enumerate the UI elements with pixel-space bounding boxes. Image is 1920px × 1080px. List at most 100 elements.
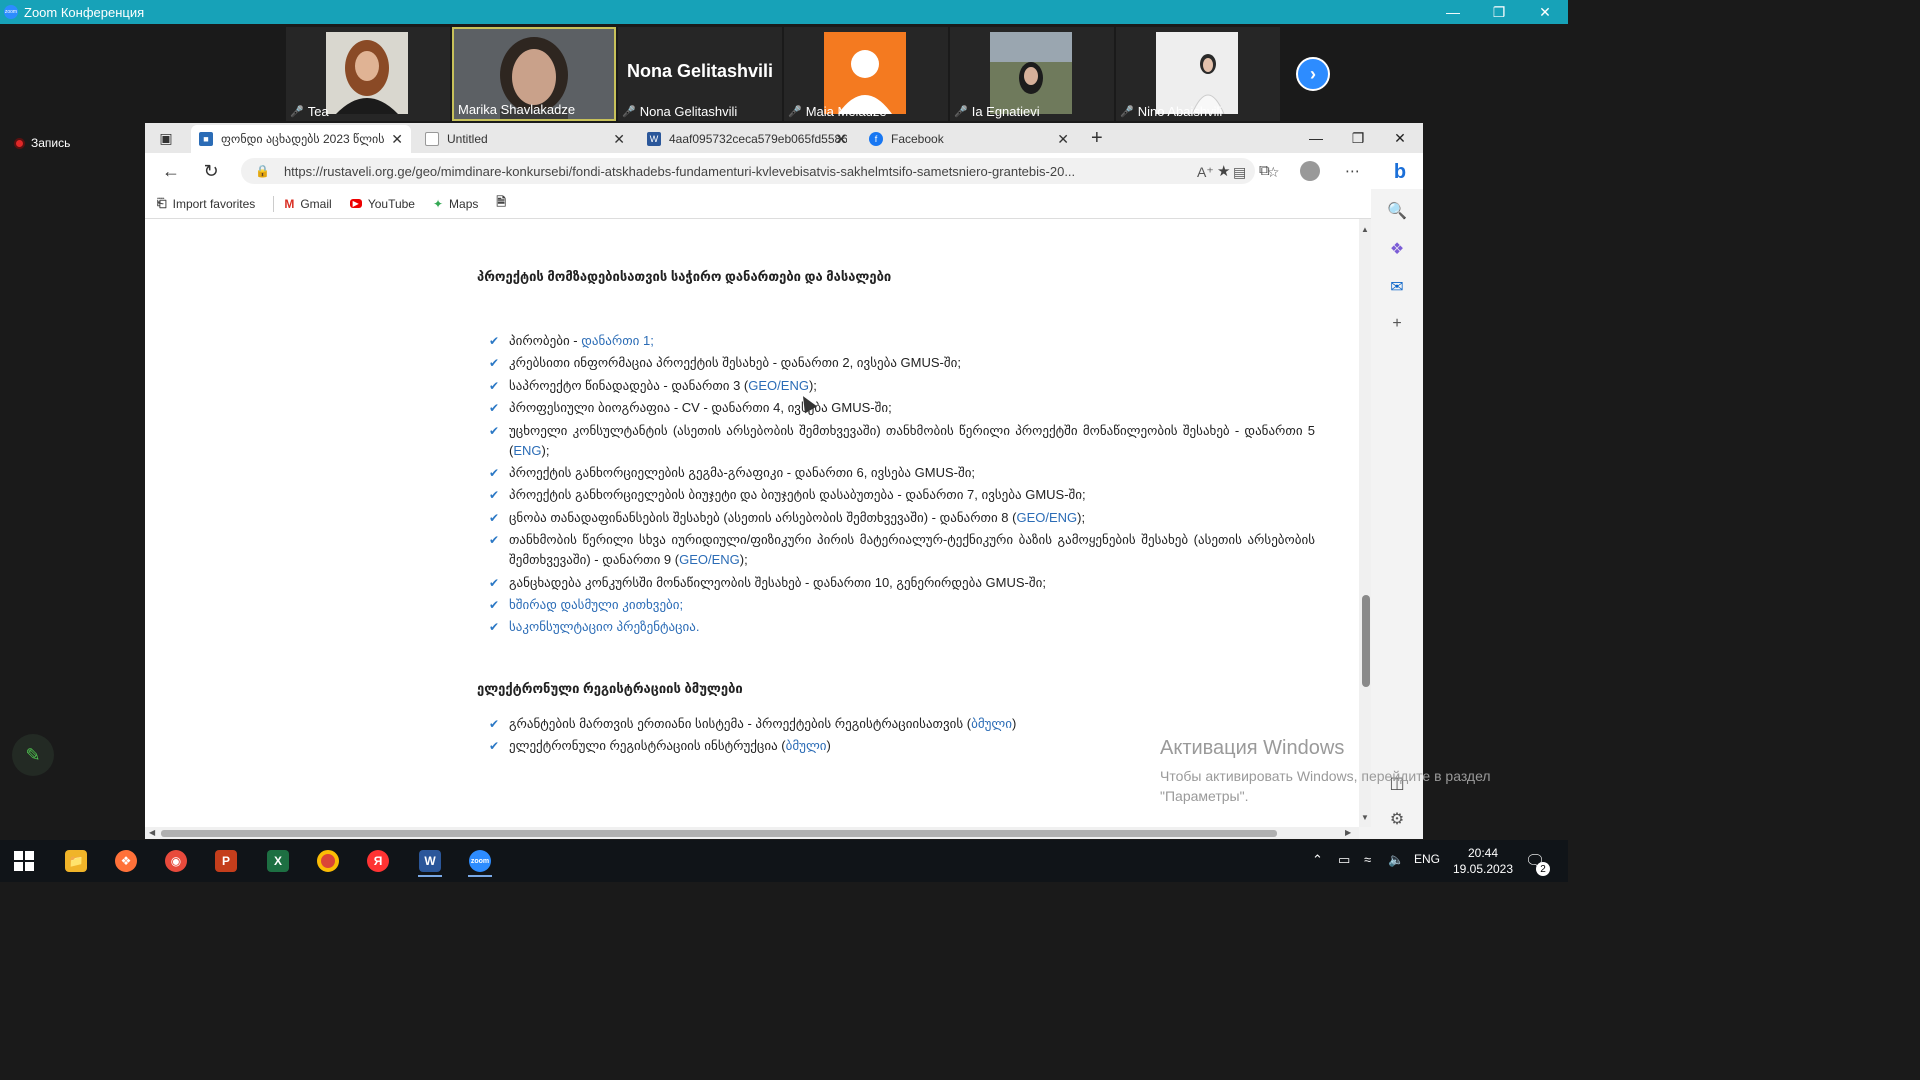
profile-avatar-icon[interactable] [1300, 161, 1320, 181]
participant-name-large: Nona Gelitashvili [626, 61, 774, 81]
scroll-left-icon[interactable]: ◀ [149, 828, 155, 837]
scroll-up-icon[interactable]: ▲ [1361, 225, 1369, 234]
page-icon [425, 132, 439, 146]
list-item: ✔ ხშირად დასმული კითხვები; [489, 595, 1315, 615]
browser-restore-icon[interactable]: ❐ [1337, 123, 1379, 153]
document-link[interactable]: GEO/ENG [1016, 510, 1077, 525]
windows-activation-watermark: Активация Windows Чтобы активировать Win… [1160, 737, 1491, 804]
back-icon[interactable]: ← [159, 161, 183, 182]
document-link[interactable]: საკონსულტაციო პრეზენტაცია. [509, 619, 699, 634]
import-icon: ⎗ [157, 196, 167, 210]
lock-icon: 🔒 [255, 164, 270, 178]
document-link[interactable]: GEO/ENG [748, 378, 809, 393]
settings-gear-icon[interactable]: ⚙ [1387, 809, 1407, 829]
participant-tile[interactable]: 🎤 Ia Egnatievi [950, 27, 1114, 121]
favorite-youtube[interactable]: ▶ YouTube [349, 197, 415, 211]
battery-icon[interactable]: ▭ [1338, 852, 1350, 868]
participant-name: 🎤 Tea [290, 104, 329, 119]
file-explorer-icon[interactable]: 📁 [58, 845, 94, 877]
clock[interactable]: 20:44 19.05.2023 [1448, 845, 1518, 877]
volume-icon[interactable]: 🔈 [1388, 852, 1404, 868]
next-participants-button[interactable]: › [1296, 57, 1330, 91]
annotate-pencil-icon[interactable]: ✎ [12, 734, 54, 776]
tray-expand-icon[interactable]: ⌃ [1312, 852, 1323, 868]
section-title-attachments: პროექტის მომზადებისათვის საჭირო დანართებ… [477, 269, 892, 284]
refresh-icon[interactable]: ↻ [199, 161, 223, 182]
restore-icon[interactable]: ❐ [1476, 0, 1522, 24]
chrome-icon[interactable] [310, 845, 346, 877]
checkmark-icon: ✔ [489, 423, 500, 438]
windows-start-icon[interactable] [14, 851, 34, 871]
participant-name: 🎤 Maia Meladze [788, 104, 887, 119]
tab-close-icon[interactable]: ✕ [613, 131, 625, 148]
url-field[interactable]: 🔒 https://rustaveli.org.ge/geo/mimdinare… [241, 158, 1280, 184]
close-icon[interactable]: ✕ [1522, 0, 1568, 24]
mic-muted-icon: 🎤 [788, 106, 802, 118]
collections-icon[interactable]: ⧉ [1259, 162, 1270, 179]
powerpoint-icon[interactable]: P [208, 845, 244, 877]
participant-tile[interactable]: 🎤 Tea [286, 27, 450, 121]
copilot-icon[interactable]: ❖ [1387, 239, 1407, 259]
checkmark-icon: ✔ [489, 717, 500, 731]
browser-minimize-icon[interactable]: — [1295, 123, 1337, 153]
document-link[interactable]: ENG [513, 443, 541, 458]
tab-actions-icon[interactable]: ▣ [155, 129, 177, 147]
checkmark-icon: ✔ [489, 533, 500, 548]
scroll-thumb[interactable] [1362, 595, 1370, 687]
tab-active[interactable]: ■ ფონდი აცხადებს 2023 წლის ✕ [191, 125, 411, 153]
firefox-icon[interactable]: ❖ [108, 845, 144, 877]
list-item: ✔ ცნობა თანადაფინანსების შესახებ (ასეთის … [489, 508, 1315, 528]
favorites-icon[interactable]: ★ [1217, 162, 1230, 180]
bing-chat-icon[interactable]: b [1385, 157, 1415, 187]
notifications-count: 2 [1536, 862, 1550, 876]
zoom-taskbar-icon[interactable]: zoom [462, 845, 498, 877]
tab-close-icon[interactable]: ✕ [391, 131, 403, 148]
more-menu-icon[interactable]: ⋯ [1345, 162, 1360, 180]
document-link[interactable]: ხშირად დასმული კითხვები; [509, 597, 683, 612]
participant-strip: 🎤 Tea Marika Shavlakadze Nona Gelitashvi… [0, 24, 1568, 124]
youtube-icon: ▶ [349, 199, 362, 208]
excel-icon[interactable]: X [260, 845, 296, 877]
participant-tile[interactable]: Nona Gelitashvili 🎤 Nona Gelitashvili [618, 27, 782, 121]
tab-close-icon[interactable]: ✕ [835, 131, 847, 148]
participant-tile[interactable]: 🎤 Nino Abaishvili [1116, 27, 1280, 121]
horizontal-scrollbar[interactable]: ◀ ▶ [145, 827, 1359, 839]
search-icon[interactable]: 🔍 [1387, 201, 1407, 221]
document-link[interactable]: GEO/ENG [679, 552, 740, 567]
yandex-browser-icon[interactable]: Я [360, 845, 396, 877]
recording-indicator[interactable]: Запись [14, 136, 70, 150]
read-aloud-icon[interactable]: A⁺ [1197, 164, 1214, 181]
tab[interactable]: W 4aaf095732ceca579eb065fd5586 ✕ [639, 125, 855, 153]
list-item: ✔ გრანტების მართვის ერთიანი სისტემა - პრო… [489, 714, 1315, 734]
language-indicator[interactable]: ENG [1414, 852, 1440, 866]
document-link[interactable]: დანართი 1; [581, 333, 654, 348]
add-sidebar-app-icon[interactable]: + [1387, 315, 1407, 333]
word-taskbar-icon[interactable]: W [412, 845, 448, 877]
document-link[interactable]: ბმული [786, 738, 827, 753]
browser-close-icon[interactable]: ✕ [1379, 123, 1421, 153]
minimize-icon[interactable]: — [1430, 0, 1476, 24]
tab-close-icon[interactable]: ✕ [1057, 131, 1069, 148]
list-item: ✔ თანხმობის წერილი სხვა იურიდიული/ფიზიკურ… [489, 532, 1315, 568]
participant-tile-active[interactable]: Marika Shavlakadze [452, 27, 616, 121]
new-tab-icon[interactable]: + [1091, 127, 1103, 150]
tab[interactable]: f Facebook ✕ [861, 125, 1077, 153]
scroll-down-icon[interactable]: ▼ [1361, 813, 1369, 822]
mic-muted-icon: 🎤 [622, 106, 636, 118]
section-title-registration: ელექტრონული რეგისტრაციის ბმულები [477, 681, 743, 696]
camera-app-icon[interactable]: ◉ [158, 845, 194, 877]
outlook-icon[interactable]: ✉ [1387, 277, 1407, 297]
wifi-icon[interactable]: ≈ [1364, 852, 1371, 867]
favorite-import[interactable]: ⎗ Import favorites [157, 196, 255, 211]
document-link[interactable]: ბმული [971, 716, 1012, 731]
address-bar-row: ← ↻ 🔒 https://rustaveli.org.ge/geo/mimdi… [145, 153, 1423, 189]
favorite-page[interactable]: 🗎 [496, 193, 506, 214]
participant-tile[interactable]: 🎤 Maia Meladze [784, 27, 948, 121]
scroll-right-icon[interactable]: ▶ [1345, 828, 1351, 837]
favorite-gmail[interactable]: M Gmail [284, 197, 331, 211]
tab[interactable]: Untitled ✕ [417, 125, 633, 153]
favorite-maps[interactable]: ✦ Maps [433, 197, 478, 211]
immersive-reader-icon[interactable]: ▤ [1233, 164, 1246, 181]
vertical-scrollbar[interactable]: ▲ ▼ [1359, 219, 1371, 827]
scroll-thumb[interactable] [161, 830, 1277, 837]
